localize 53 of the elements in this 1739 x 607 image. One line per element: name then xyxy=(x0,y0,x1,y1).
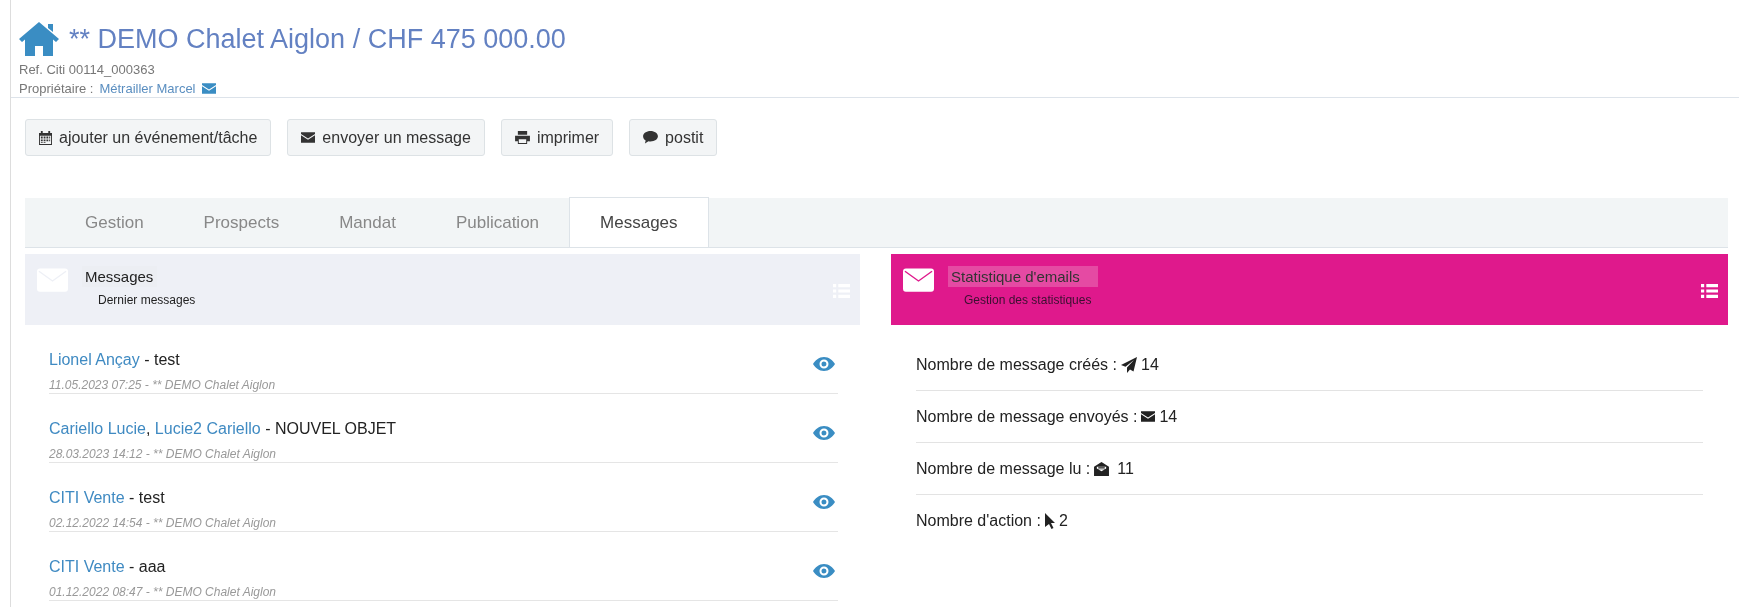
list-icon[interactable] xyxy=(1701,284,1718,298)
house-icon xyxy=(19,22,59,56)
speech-bubble-icon xyxy=(643,131,659,144)
owner-link[interactable]: Métrailler Marcel xyxy=(99,81,196,96)
eye-icon[interactable] xyxy=(813,564,835,578)
contact-link[interactable]: Lucie2 Cariello xyxy=(154,420,261,437)
tab[interactable]: Publication xyxy=(425,198,570,248)
envelope-icon xyxy=(201,83,216,94)
contact-link[interactable]: Cariello Lucie xyxy=(49,420,146,437)
paper-plane-icon xyxy=(1121,356,1137,373)
action-button[interactable]: postit xyxy=(629,119,718,156)
stat-label: Nombre de message créés : xyxy=(916,355,1117,374)
message-subject: CITI Vente - aaa xyxy=(49,558,167,576)
envelope-icon xyxy=(301,132,316,143)
message-meta: 02.12.2022 14:54 - ** DEMO Chalet Aiglon xyxy=(49,516,277,530)
message-meta: 01.12.2022 08:47 - ** DEMO Chalet Aiglon xyxy=(49,585,277,599)
message-subject: Cariello Lucie, Lucie2 Cariello - NOUVEL OBJET xyxy=(49,420,397,438)
cursor-icon xyxy=(1044,512,1055,529)
panel-subtitle: Gestion des statistiques xyxy=(964,293,1093,307)
stat-value: 14 xyxy=(1141,355,1159,374)
tab[interactable]: Messages xyxy=(569,197,709,247)
contact-link[interactable]: CITI Vente xyxy=(49,489,125,506)
envelope-icon xyxy=(1141,411,1156,422)
message-subject: Lionel Ançay - test xyxy=(49,351,181,369)
owner-label: Propriétaire : xyxy=(19,81,94,96)
open-envelope-icon xyxy=(1094,461,1110,476)
eye-icon[interactable] xyxy=(813,495,835,509)
eye-icon[interactable] xyxy=(813,426,835,440)
calendar-icon xyxy=(39,130,52,145)
tab[interactable]: Gestion xyxy=(55,198,174,248)
eye-icon[interactable] xyxy=(813,357,835,371)
stat-label: Nombre de message envoyés : xyxy=(916,407,1138,426)
printer-icon xyxy=(514,131,530,144)
tab[interactable]: Prospects xyxy=(173,198,310,248)
property-title: ** DEMO Chalet Aiglon / CHF 475 000.00 xyxy=(69,23,566,55)
envelope-icon xyxy=(903,268,934,292)
stat-value: 2 xyxy=(1058,511,1068,530)
panel-title: Statistique d'emails xyxy=(948,266,1098,287)
action-button[interactable]: imprimer xyxy=(500,119,614,156)
message-meta: 11.05.2023 07:25 - ** DEMO Chalet Aiglon xyxy=(49,378,276,392)
stat-label: Nombre d'action : xyxy=(916,511,1041,530)
stat-label: Nombre de message lu : xyxy=(916,459,1091,478)
panel-subtitle: Dernier messages xyxy=(98,293,196,307)
reference-text: Ref. Citi 00114_000363 xyxy=(19,62,156,77)
message-subject: CITI Vente - test xyxy=(49,489,166,507)
contact-link[interactable]: CITI Vente xyxy=(49,558,125,575)
stat-value: 11 xyxy=(1117,459,1134,478)
contact-link[interactable]: Lionel Ançay xyxy=(49,351,140,368)
stat-value: 14 xyxy=(1159,407,1178,426)
action-button[interactable]: envoyer un message xyxy=(287,119,485,156)
message-meta: 28.03.2023 14:12 - ** DEMO Chalet Aiglon xyxy=(49,447,278,461)
tab[interactable]: Mandat xyxy=(309,198,426,248)
action-button[interactable]: ajouter un événement/tâche xyxy=(25,119,272,156)
